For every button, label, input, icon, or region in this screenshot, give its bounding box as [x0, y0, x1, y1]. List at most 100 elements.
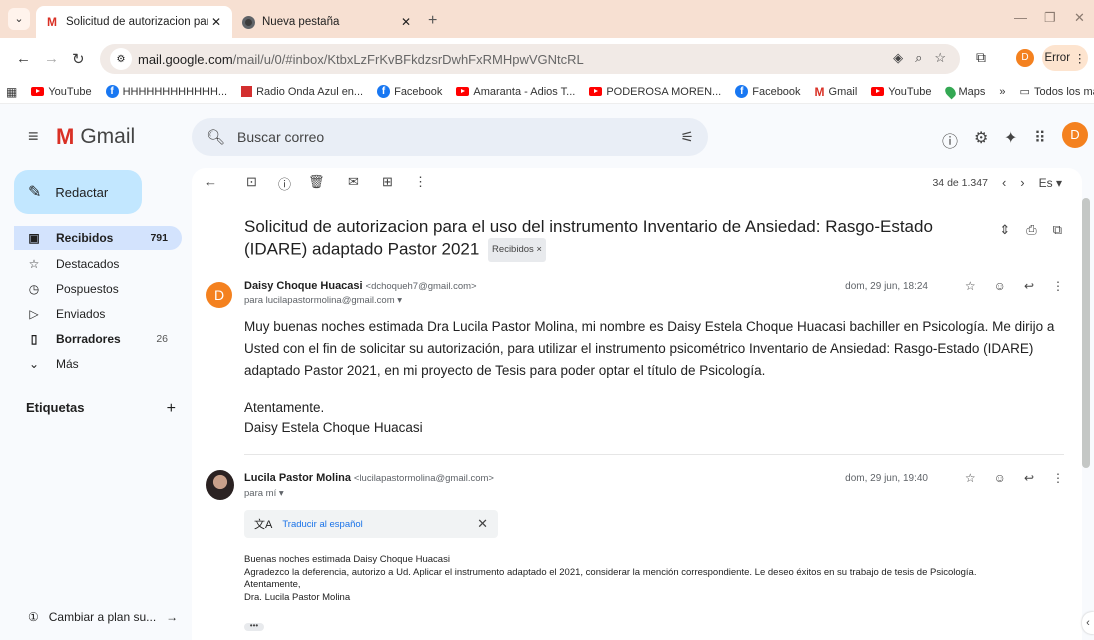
more-vert-icon[interactable]: ⋮ — [1052, 471, 1064, 485]
prev-message-icon[interactable]: ‹ — [1002, 175, 1006, 190]
collapse-all-icon[interactable]: ⇕ — [999, 222, 1010, 238]
tab-new[interactable]: Nueva pestaña ✕ — [232, 6, 422, 38]
help-icon[interactable]: ⓘ — [942, 128, 958, 152]
search-input[interactable]: 🔍︎ Buscar correo ⚟ — [192, 118, 708, 156]
forward-icon[interactable]: → — [44, 50, 59, 67]
bookmark-amaranta[interactable]: Amaranta - Adios T... — [456, 86, 575, 98]
install-app-icon[interactable]: ◈ — [893, 50, 903, 66]
youtube-icon — [589, 87, 603, 96]
more-vert-icon: ⋮ — [1074, 53, 1086, 65]
new-tab-icon[interactable]: + — [428, 12, 437, 30]
tab-search-chevron-icon[interactable]: ⌄ — [8, 8, 30, 30]
star-icon: ☆ — [28, 257, 40, 271]
side-panel-toggle-icon[interactable]: ‹ — [1082, 612, 1094, 634]
facebook-icon: f — [105, 85, 119, 98]
error-button[interactable]: Error ⋮ — [1042, 45, 1088, 71]
close-translate-icon[interactable]: ✕ — [477, 516, 488, 532]
sidebar-item-more[interactable]: ⌄ Más — [14, 352, 182, 376]
close-tab-icon[interactable]: ✕ — [398, 15, 414, 29]
apps-grid-icon[interactable]: ⠿ — [1034, 128, 1046, 148]
back-icon[interactable]: ← — [16, 50, 31, 67]
bookmark-radio[interactable]: Radio Onda Azul en... — [241, 86, 363, 98]
sidebar-item-drafts[interactable]: ▯ Borradores 26 — [14, 327, 182, 351]
inbox-label-chip[interactable]: Recibidos × — [488, 238, 546, 262]
restore-icon[interactable]: ❐ — [1044, 10, 1056, 26]
more-options-icon[interactable]: ⋮ — [414, 174, 427, 190]
browser-tabstrip: ⌄ M Solicitud de autorizacion para e ✕ N… — [0, 0, 1094, 38]
profile-avatar[interactable]: D — [1016, 49, 1034, 67]
reply-icon[interactable]: ↩ — [1024, 279, 1034, 293]
sidebar-item-inbox[interactable]: ▣ Recibidos 791 — [14, 226, 182, 250]
more-vert-icon[interactable]: ⋮ — [1052, 279, 1064, 293]
input-language-button[interactable]: Es ▾ — [1039, 176, 1062, 190]
facebook-icon: f — [735, 85, 749, 98]
account-avatar[interactable]: D — [1062, 122, 1088, 148]
add-label-icon[interactable]: + — [167, 400, 176, 418]
sidebar-item-starred[interactable]: ☆ Destacados — [14, 252, 182, 276]
bookmark-facebook-2[interactable]: f Facebook — [735, 85, 801, 98]
search-options-icon[interactable]: ⚟ — [681, 128, 694, 146]
bookmark-hhhh[interactable]: f HHHHHHHHHHHH... — [105, 85, 227, 98]
search-icon[interactable]: 🔍︎ — [206, 128, 225, 146]
bookmark-youtube-2[interactable]: YouTube — [871, 86, 932, 98]
sender-avatar[interactable]: D — [206, 282, 232, 308]
settings-gear-icon[interactable]: ⚙ — [974, 128, 988, 148]
zoom-icon[interactable]: ⌕ — [915, 50, 922, 66]
archive-icon[interactable]: ⊡ — [246, 174, 257, 190]
inbox-icon: ▣ — [28, 231, 40, 245]
tab-gmail[interactable]: M Solicitud de autorizacion para e ✕ — [36, 6, 232, 38]
tab-title: Nueva pestaña — [262, 16, 340, 28]
translate-link[interactable]: Traducir al español — [282, 519, 362, 530]
emoji-react-icon[interactable]: ☺ — [994, 279, 1006, 293]
bookmark-facebook[interactable]: f Facebook — [377, 85, 442, 98]
next-message-icon[interactable]: › — [1020, 175, 1024, 190]
compose-button[interactable]: ✎ Redactar — [14, 170, 142, 214]
site-settings-icon[interactable]: ⚙ — [110, 48, 132, 70]
bookmark-maps[interactable]: Maps — [942, 84, 985, 99]
sender-email: <dchoqueh7@gmail.com> — [365, 281, 477, 292]
close-window-icon[interactable]: ✕ — [1074, 10, 1085, 26]
apps-grid-icon[interactable]: ▦ — [6, 85, 17, 99]
address-bar[interactable]: ⚙ mail.google.com/mail/u/0/#inbox/KtbxLz… — [100, 44, 960, 74]
upgrade-plan-button[interactable]: ① Cambiar a plan su... → — [28, 610, 178, 624]
report-spam-icon[interactable]: ⓘ — [278, 174, 291, 193]
sender-info: Lucila Pastor Molina <lucilapastormolina… — [244, 472, 494, 484]
recipient-details[interactable]: para mí ▾ — [244, 488, 284, 499]
mark-unread-icon[interactable]: ✉ — [348, 174, 359, 190]
sidebar-item-sent[interactable]: ▷ Enviados — [14, 302, 182, 326]
minimize-icon[interactable]: — — [1014, 10, 1027, 25]
sender-photo-avatar[interactable] — [206, 470, 234, 500]
chevron-down-icon: ⌄ — [28, 357, 40, 371]
emoji-react-icon[interactable]: ☺ — [994, 471, 1006, 485]
back-to-inbox-icon[interactable]: ← — [204, 174, 217, 189]
email-subject: Solicitud de autorizacion para el uso de… — [244, 216, 974, 262]
error-label: Error — [1044, 52, 1071, 64]
show-trimmed-button[interactable]: ••• — [244, 622, 264, 631]
sender-name[interactable]: Daisy Choque Huacasi — [244, 280, 363, 292]
all-bookmarks[interactable]: ▭Todos los marcadores — [1020, 85, 1094, 99]
main-menu-icon[interactable]: ≡ — [28, 126, 39, 147]
bookmark-youtube[interactable]: YouTube — [31, 86, 92, 98]
more-bookmarks-icon[interactable]: » — [999, 86, 1005, 98]
close-tab-icon[interactable]: ✕ — [208, 15, 224, 29]
extensions-icon[interactable]: ⧉ — [976, 49, 986, 66]
tab-title: Solicitud de autorizacion para e — [66, 16, 208, 28]
reply-icon[interactable]: ↩ — [1024, 471, 1034, 485]
open-new-window-icon[interactable]: ⧉ — [1053, 222, 1062, 238]
scrollbar[interactable] — [1082, 198, 1090, 468]
bookmark-star-icon[interactable]: ☆ — [934, 50, 946, 66]
reload-icon[interactable]: ↻ — [72, 50, 85, 68]
move-to-icon[interactable]: ⊞ — [382, 174, 393, 190]
delete-icon[interactable]: 🗑︎ — [308, 174, 325, 190]
star-icon[interactable]: ☆ — [965, 471, 976, 485]
sidebar-item-snoozed[interactable]: ◷ Pospuestos — [14, 277, 182, 301]
sender-name[interactable]: Lucila Pastor Molina — [244, 472, 351, 484]
print-icon[interactable]: ⎙ — [1026, 222, 1036, 238]
bookmark-poderosa[interactable]: PODEROSA MOREN... — [589, 86, 721, 98]
message-toolbar: ← ⊡ ⓘ 🗑︎ ✉ ⊞ ⋮ 34 de 1.347 ‹ › Es ▾ — [192, 168, 1082, 196]
gmail-logo[interactable]: M Gmail — [56, 124, 135, 150]
recipient-details[interactable]: para lucilapastormolina@gmail.com ▾ — [244, 295, 402, 306]
bookmark-gmail[interactable]: M Gmail — [815, 85, 858, 99]
gemini-sparkle-icon[interactable]: ✦ — [1004, 128, 1017, 148]
star-icon[interactable]: ☆ — [965, 279, 976, 293]
